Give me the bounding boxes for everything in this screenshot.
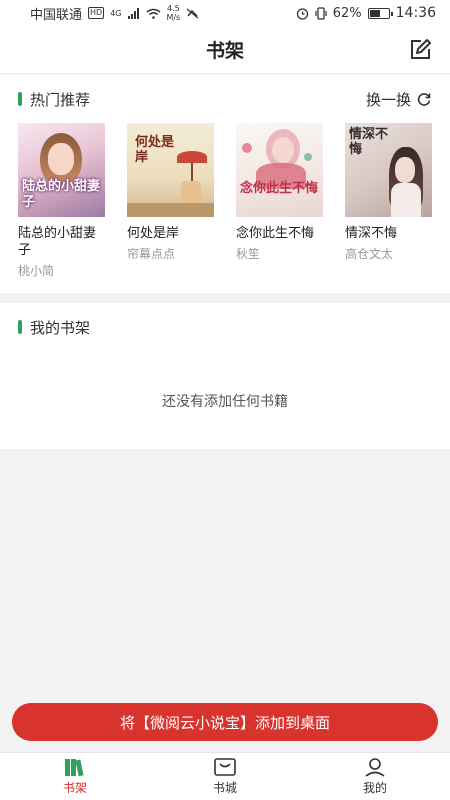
section-marker <box>18 320 22 334</box>
no-disturb-icon <box>186 8 199 18</box>
tab-label: 书架 <box>62 781 87 795</box>
hot-section: 热门推荐 换一换 陆总的小甜妻子 陆总的小甜妻子 桃小简 何处是岸 何处是岸 帘… <box>0 75 450 293</box>
book-author: 帘幕点点 <box>127 247 176 261</box>
book-card[interactable]: 陆总的小甜妻子 陆总的小甜妻子 桃小简 <box>18 123 105 279</box>
cover-title: 陆总的小甜妻子 <box>22 179 101 210</box>
tab-label: 书城 <box>212 781 237 795</box>
tab-mine[interactable]: 我的 <box>300 753 450 800</box>
book-author: 秋笙 <box>236 247 261 261</box>
network-label: 4G <box>110 8 122 18</box>
vibrate-icon <box>315 6 327 20</box>
store-icon <box>214 758 236 776</box>
empty-shelf-text: 还没有添加任何书籍 <box>162 394 288 410</box>
book-card[interactable]: 何处是岸 何处是岸 帘幕点点 <box>127 123 214 279</box>
tab-bookshelf[interactable]: 书架 <box>0 753 150 800</box>
shelf-title: 我的书架 <box>18 317 90 338</box>
wifi-icon <box>146 8 160 19</box>
tab-bookstore[interactable]: 书城 <box>150 753 300 800</box>
book-author: 桃小简 <box>18 264 55 278</box>
user-icon <box>365 758 385 777</box>
battery-icon <box>367 7 393 19</box>
book-cover: 陆总的小甜妻子 <box>18 123 105 217</box>
section-marker <box>18 92 22 106</box>
book-cover: 念你此生不悔 <box>236 123 323 217</box>
book-card[interactable]: 念你此生不悔 念你此生不悔 秋笙 <box>236 123 323 279</box>
book-title: 何处是岸 <box>127 226 180 241</box>
bookshelf-icon <box>65 759 84 777</box>
refresh-button[interactable]: 换一换 <box>366 89 432 110</box>
hot-title: 热门推荐 <box>18 89 90 110</box>
book-title: 念你此生不悔 <box>236 226 315 241</box>
carrier-label: 中国联通 <box>30 7 83 23</box>
top-bar: 书架 <box>0 26 450 74</box>
net-speed: 4.5 M/s <box>166 4 181 22</box>
book-cover: 情深不悔 <box>345 123 432 217</box>
cover-title: 念你此生不悔 <box>240 181 319 196</box>
refresh-icon <box>417 93 431 106</box>
edit-icon[interactable] <box>408 38 432 62</box>
book-title: 情深不悔 <box>345 226 398 241</box>
bottom-tab-bar: 书架 书城 我的 <box>0 752 450 800</box>
book-cover: 何处是岸 <box>127 123 214 217</box>
page-title: 书架 <box>205 40 244 62</box>
battery-percent: 62% <box>332 5 362 21</box>
shelf-section: 我的书架 还没有添加任何书籍 <box>0 303 450 449</box>
book-author: 高仓文太 <box>345 247 394 261</box>
cover-title: 情深不悔 <box>349 127 389 157</box>
book-title: 陆总的小甜妻子 <box>18 226 97 258</box>
cover-title: 何处是岸 <box>135 135 175 165</box>
tab-label: 我的 <box>362 781 387 795</box>
add-to-desktop-button[interactable]: 将【微阅云小说宝】添加到桌面 <box>12 703 438 741</box>
status-bar: 中国联通 HD 4G 4.5 M/s 62% 14:36 <box>0 0 450 26</box>
clock: 14:36 <box>395 5 436 21</box>
book-card[interactable]: 情深不悔 情深不悔 高仓文太 <box>345 123 432 279</box>
signal-icon <box>127 7 139 19</box>
alarm-icon <box>296 7 308 20</box>
hd-badge: HD <box>88 7 105 19</box>
